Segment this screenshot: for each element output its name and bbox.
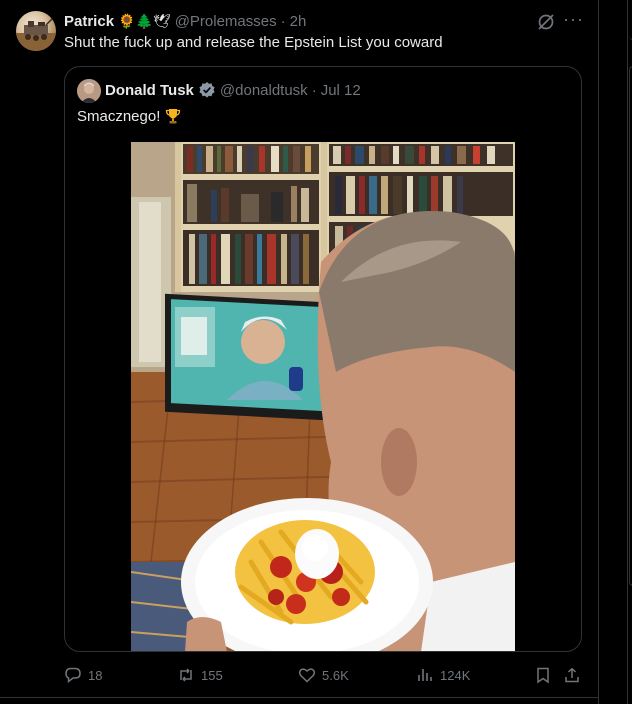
reply-button[interactable]: 18 (64, 664, 102, 686)
right-column-edge (627, 0, 632, 704)
quoted-tweet-text-row: Smacznego! (77, 107, 182, 125)
quoted-tweet-date[interactable]: Jul 12 (321, 82, 361, 99)
bookmark-button[interactable] (534, 664, 552, 686)
share-button[interactable] (563, 664, 581, 686)
like-count: 5.6K (322, 667, 349, 683)
repost-count: 155 (201, 667, 223, 683)
bookmark-icon (537, 667, 549, 684)
author-avatar[interactable] (16, 11, 56, 51)
repost-icon (180, 668, 192, 682)
quoted-author-name[interactable]: Donald Tusk (105, 82, 194, 99)
tweet-divider (0, 697, 598, 698)
quoted-tweet-text: Smacznego! (77, 107, 161, 125)
author-handle[interactable]: @Prolemasses (175, 13, 277, 30)
more-options-icon[interactable]: ··· (563, 10, 583, 32)
repost-button[interactable]: 155 (177, 664, 223, 686)
views-icon (418, 669, 432, 681)
quoted-author-avatar[interactable] (77, 79, 101, 103)
grok-icon[interactable] (536, 12, 556, 32)
share-icon (565, 667, 579, 683)
reply-count: 18 (88, 667, 103, 683)
views-button[interactable]: 124K (416, 664, 470, 686)
separator-dot: · (311, 81, 317, 99)
reply-icon (65, 667, 81, 684)
verified-badge-icon (199, 82, 215, 98)
author-name-emojis: 🌻🌲🕊 (118, 12, 171, 29)
heart-icon (298, 668, 316, 683)
separator-dot: · (280, 12, 286, 30)
tweet-text: Shut the fuck up and release the Epstein… (64, 34, 443, 51)
tweet-header: Patrick 🌻🌲🕊 @Prolemasses · 2h (64, 11, 306, 31)
views-count: 124K (440, 667, 471, 683)
author-name[interactable]: Patrick (64, 13, 114, 30)
quoted-tweet-card[interactable]: Donald Tusk @donaldtusk · Jul 12 Smaczne… (64, 66, 582, 652)
column-divider (598, 0, 599, 704)
tweet-action-bar: 18 155 5.6K 124K (64, 664, 584, 686)
trophy-icon (166, 109, 181, 124)
like-button[interactable]: 5.6K (298, 664, 349, 686)
quoted-tweet-header: Donald Tusk @donaldtusk · Jul 12 (105, 80, 361, 100)
quoted-author-handle[interactable]: @donaldtusk (220, 82, 308, 99)
quoted-tweet-photo[interactable] (131, 142, 515, 651)
tweet-timestamp[interactable]: 2h (290, 13, 307, 30)
